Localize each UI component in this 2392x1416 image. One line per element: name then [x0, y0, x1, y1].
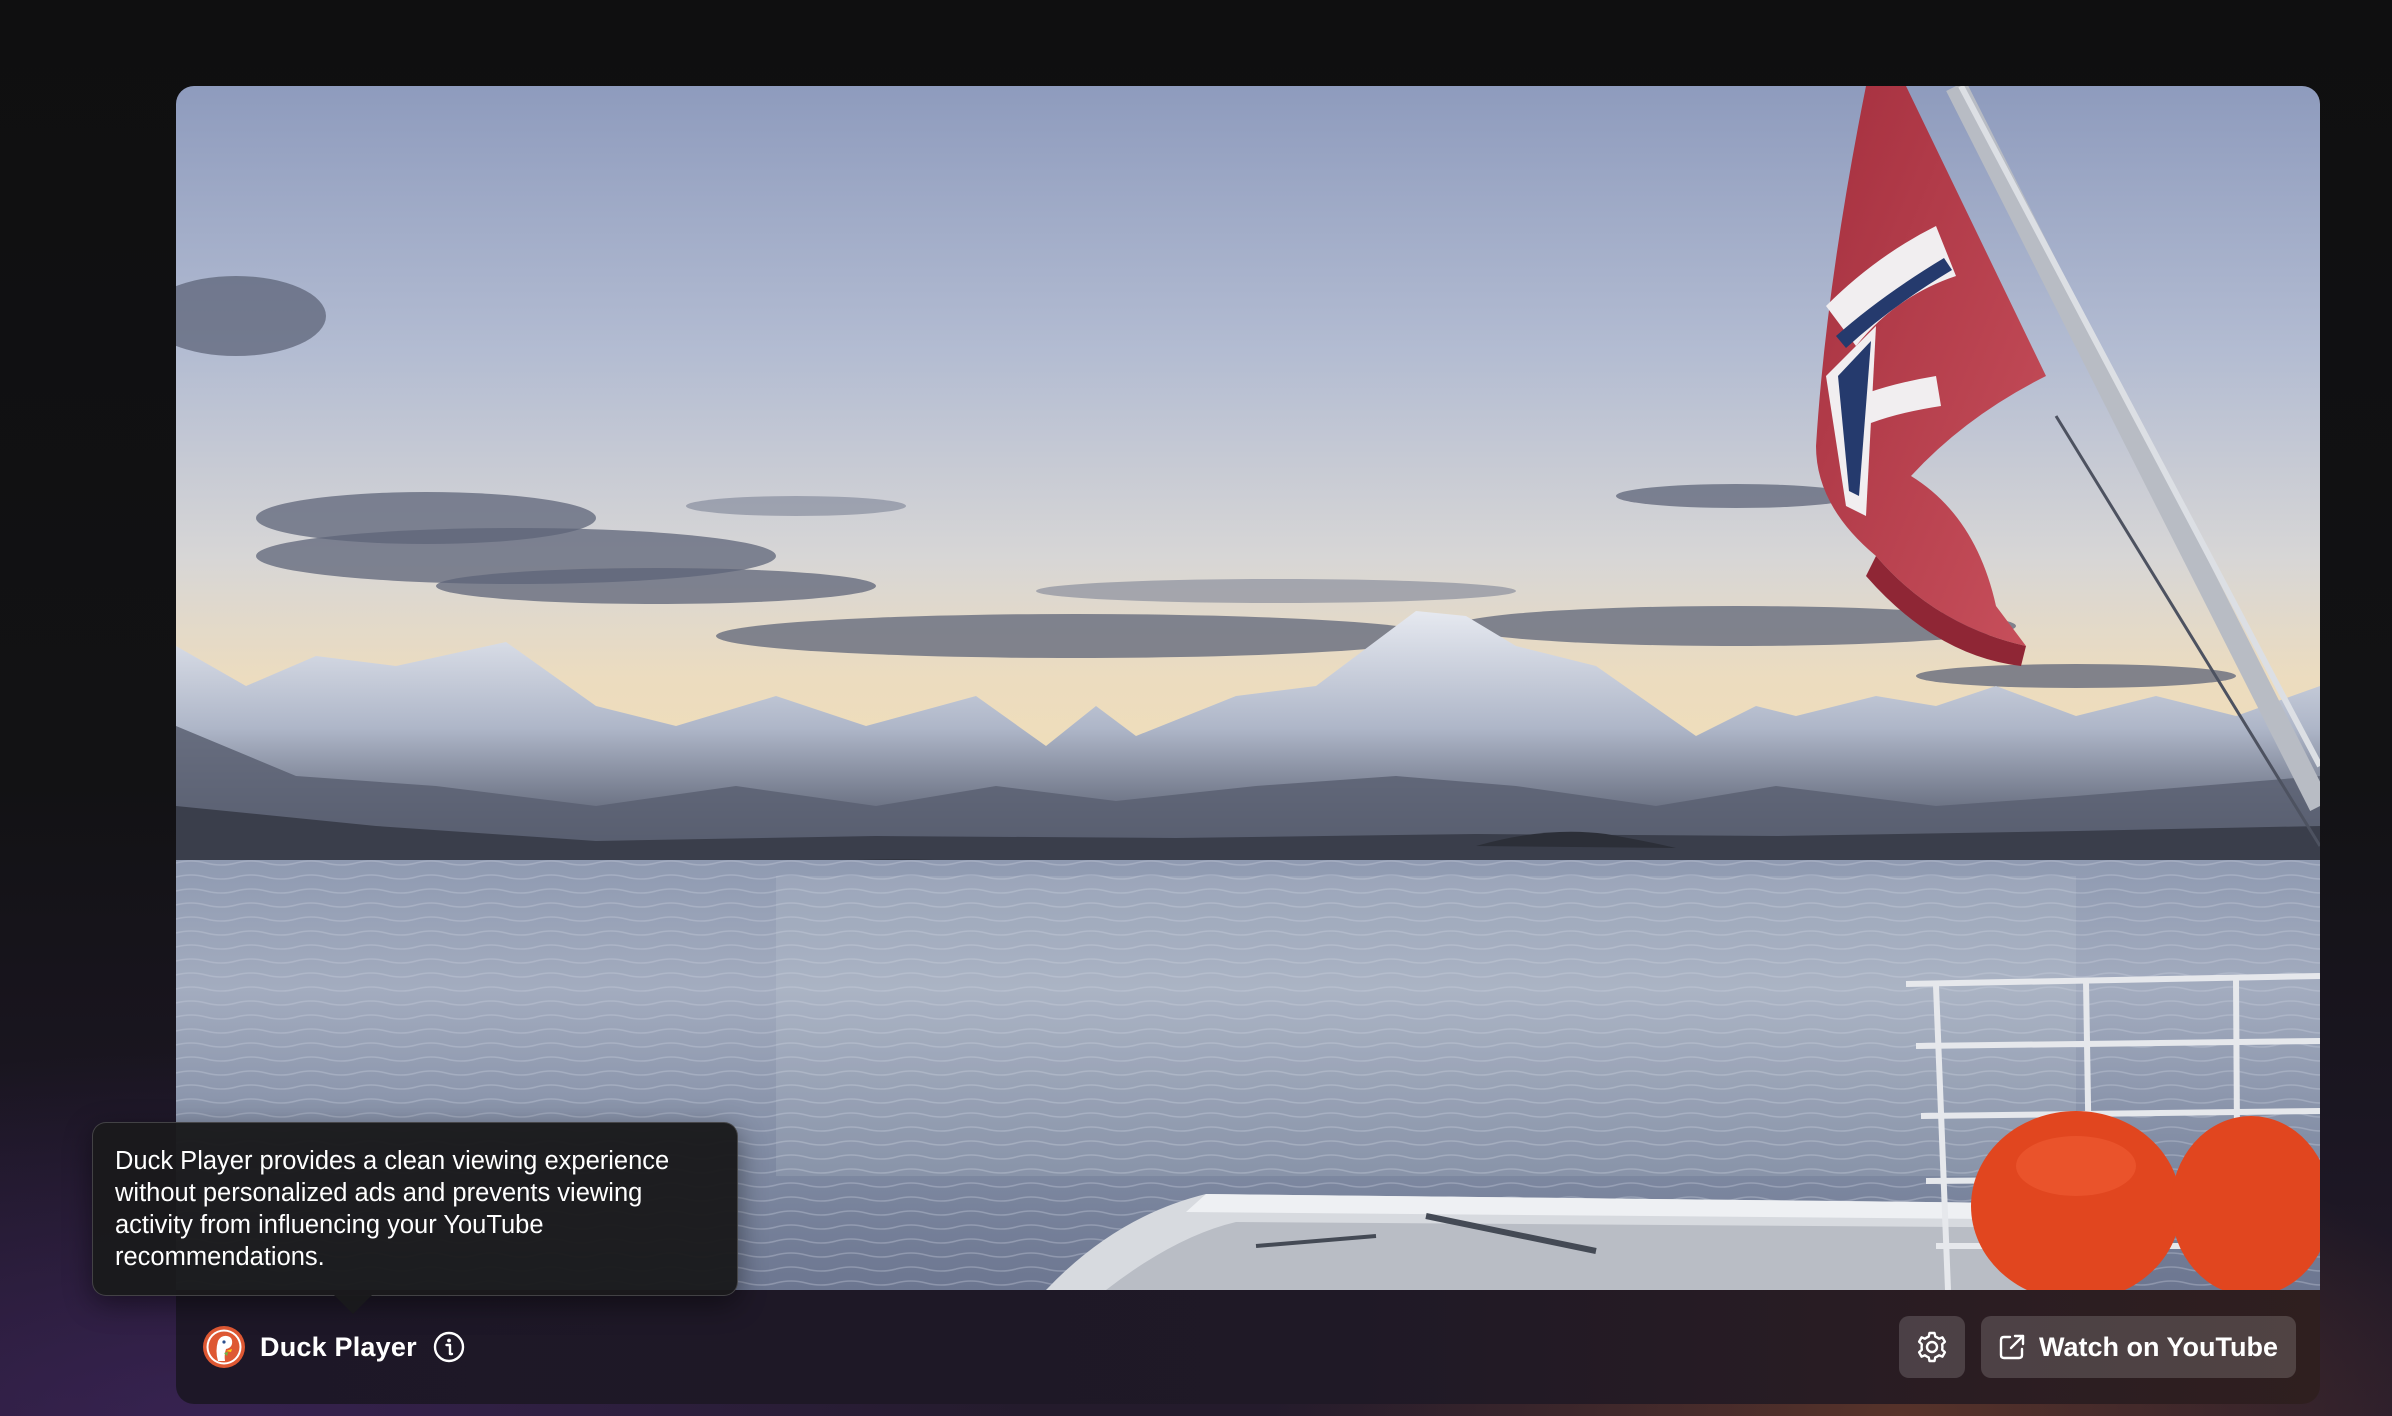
- page: Duck Player Watch on YouTube Duck Player…: [0, 0, 2392, 1416]
- tooltip-arrow: [334, 1295, 372, 1314]
- player-control-bar: Duck Player Watch on YouTube: [176, 1290, 2320, 1404]
- right-controls: Watch on YouTube: [1899, 1316, 2296, 1378]
- info-tooltip: Duck Player provides a clean viewing exp…: [92, 1122, 738, 1296]
- settings-button[interactable]: [1899, 1316, 1966, 1378]
- duckduckgo-logo-icon: [203, 1326, 245, 1368]
- open-external-icon: [1999, 1334, 2025, 1360]
- gear-icon: [1917, 1331, 1947, 1363]
- brand-name: Duck Player: [260, 1331, 417, 1362]
- info-button[interactable]: [431, 1329, 467, 1365]
- tooltip-text: Duck Player provides a clean viewing exp…: [115, 1147, 670, 1271]
- watch-on-youtube-button[interactable]: Watch on YouTube: [1981, 1316, 2296, 1378]
- video-scene: [176, 86, 2320, 1290]
- watch-on-youtube-label: Watch on YouTube: [2039, 1331, 2278, 1362]
- info-icon: [433, 1331, 464, 1363]
- video-frame[interactable]: [176, 86, 2320, 1290]
